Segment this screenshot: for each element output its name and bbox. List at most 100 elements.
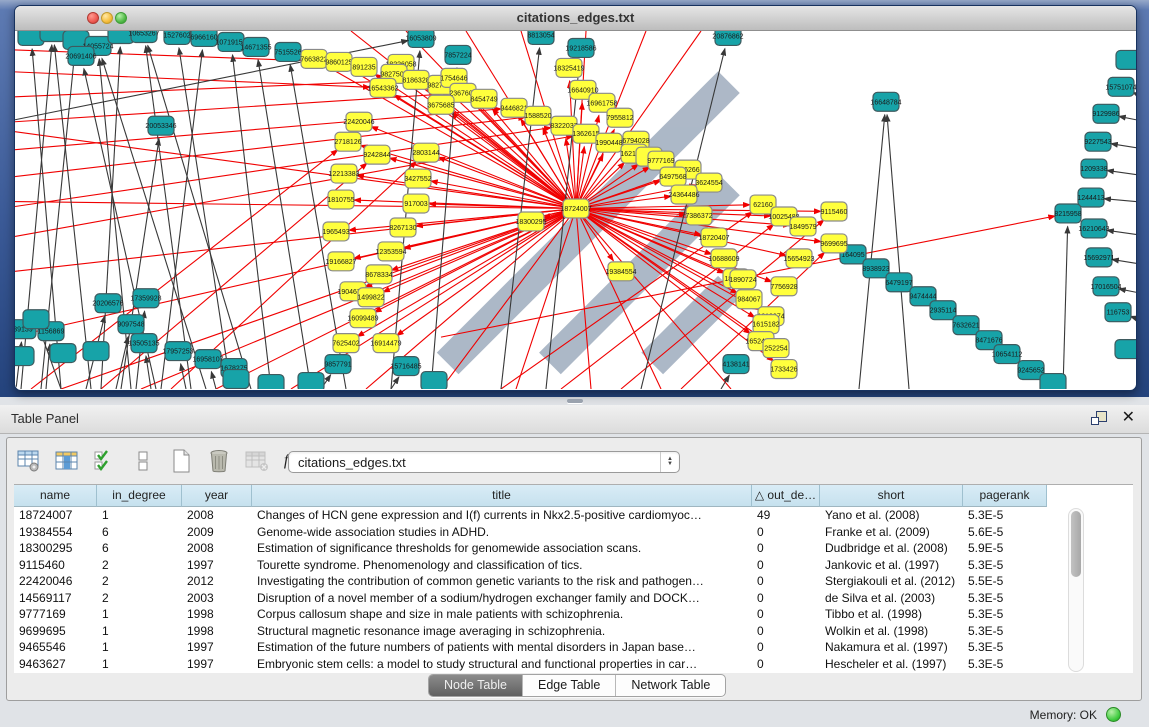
table-cell[interactable]: 0 (752, 606, 820, 623)
table-cell[interactable]: 2003 (182, 590, 252, 607)
graph-node[interactable]: 17957253 (162, 342, 193, 361)
toggle-rows-button[interactable] (128, 446, 158, 476)
graph-node[interactable]: 984067 (736, 290, 762, 309)
column-select-button[interactable] (52, 446, 82, 476)
network-canvas[interactable]: 1405572420691406106532671527602696616010… (15, 31, 1136, 389)
graph-node[interactable]: 16053809 (405, 31, 436, 47)
table-row[interactable]: 946362711997Embryonic stem cells: a mode… (14, 656, 1133, 673)
graph-node[interactable]: 17359928 (130, 289, 161, 308)
graph-node[interactable]: 7857224 (444, 45, 471, 64)
table-cell[interactable]: 9777169 (14, 606, 97, 623)
table-cell[interactable]: 1997 (182, 656, 252, 673)
table-cell[interactable]: 6 (97, 540, 182, 557)
graph-node[interactable]: 1209338 (1080, 159, 1107, 178)
table-cell[interactable]: Tourette syndrome. Phenomenology and cla… (252, 557, 752, 574)
graph-node[interactable]: 19166827 (325, 252, 356, 271)
graph-node[interactable]: 18325419 (553, 58, 584, 77)
graph-node[interactable]: 9860125 (325, 52, 352, 71)
graph-node[interactable] (40, 31, 66, 41)
graph-node[interactable] (83, 342, 109, 361)
column-header-out_de[interactable]: △ out_de… (752, 485, 820, 507)
graph-node[interactable]: 8678334 (365, 265, 392, 284)
table-cell[interactable]: Stergiakouli et al. (2012) (820, 573, 963, 590)
table-cell[interactable]: 18300295 (14, 540, 97, 557)
graph-node[interactable]: 1890724 (729, 270, 756, 289)
graph-node[interactable]: 19384554 (605, 262, 636, 281)
graph-node[interactable]: 7625402 (332, 334, 359, 353)
graph-edge[interactable] (146, 356, 151, 389)
table-cell[interactable]: Disruption of a novel member of a sodium… (252, 590, 752, 607)
table-row[interactable]: 1830029562008Estimation of significance … (14, 540, 1133, 557)
table-cell[interactable]: 5.3E-5 (963, 656, 1047, 673)
table-cell[interactable]: 2012 (182, 573, 252, 590)
table-cell[interactable]: 5.3E-5 (963, 557, 1047, 574)
graph-node[interactable] (50, 344, 76, 363)
graph-node[interactable]: 7386372 (685, 206, 712, 225)
table-row[interactable]: 946554611997Estimation of the future num… (14, 639, 1133, 656)
graph-node[interactable]: 9242844 (363, 145, 390, 164)
table-cell[interactable]: 0 (752, 639, 820, 656)
graph-node[interactable]: 15751074 (1105, 77, 1136, 96)
table-cell[interactable]: 5.3E-5 (963, 507, 1047, 524)
graph-node[interactable]: 1499822 (357, 288, 384, 307)
table-cell[interactable]: Changes of HCN gene expression and I(f) … (252, 507, 752, 524)
graph-node[interactable]: 1733426 (770, 360, 797, 379)
column-header-short[interactable]: short (820, 485, 963, 507)
graph-node[interactable] (298, 373, 324, 389)
graph-node[interactable]: 8938923 (862, 259, 889, 278)
graph-edge[interactable] (179, 48, 231, 389)
table-cell[interactable]: 0 (752, 590, 820, 607)
graph-node[interactable]: 9699695 (820, 234, 847, 253)
graph-node[interactable]: 10654112 (992, 345, 1023, 364)
table-cell[interactable]: 5.5E-5 (963, 573, 1047, 590)
graph-node[interactable]: 7955812 (606, 108, 633, 127)
table-cell[interactable]: 2009 (182, 524, 252, 541)
table-cell[interactable]: 5.3E-5 (963, 606, 1047, 623)
float-panel-button[interactable] (1091, 411, 1109, 427)
graph-node[interactable]: 7632621 (952, 316, 979, 335)
split-pane-divider[interactable] (0, 397, 1149, 405)
graph-node[interactable]: 891235 (351, 57, 377, 76)
table-cell[interactable]: Structural magnetic resonance image aver… (252, 623, 752, 640)
graph-node[interactable]: 18724007 (560, 199, 591, 218)
graph-edge[interactable] (1104, 199, 1136, 202)
graph-node[interactable] (223, 370, 249, 389)
graph-edge[interactable] (1107, 230, 1136, 234)
column-header-in_degree[interactable]: in_degree (97, 485, 182, 507)
graph-node[interactable]: 10688609 (708, 249, 739, 268)
graph-edge[interactable] (211, 372, 216, 389)
graph-node[interactable]: 16914479 (370, 334, 401, 353)
tab-node-table[interactable]: Node Table (429, 675, 523, 696)
graph-node[interactable]: 20053346 (145, 116, 176, 135)
graph-node[interactable]: 12353594 (375, 242, 406, 261)
split-pane-grip[interactable] (567, 399, 583, 403)
delete-column-button[interactable] (204, 446, 234, 476)
graph-node[interactable]: 13505135 (128, 334, 159, 353)
graph-node[interactable]: 1588520 (524, 106, 551, 125)
graph-edge[interactable] (161, 50, 202, 389)
table-cell[interactable]: 49 (752, 507, 820, 524)
graph-node[interactable]: 2718126 (334, 132, 361, 151)
graph-edge[interactable] (721, 375, 729, 389)
column-header-pagerank[interactable]: pagerank (963, 485, 1047, 507)
table-cell[interactable]: 5.3E-5 (963, 639, 1047, 656)
network-graph[interactable]: 1405572420691406106532671527602696616010… (15, 31, 1136, 389)
graph-edge[interactable] (15, 80, 403, 96)
graph-node[interactable]: 917003 (403, 194, 429, 213)
graph-node[interactable]: 3427552 (404, 169, 431, 188)
graph-node[interactable]: 6497568 (659, 167, 686, 186)
graph-node[interactable] (23, 310, 49, 329)
graph-edge[interactable] (887, 115, 909, 389)
table-cell[interactable]: 1997 (182, 557, 252, 574)
graph-node[interactable]: 16543362 (367, 78, 398, 97)
tab-edge-table[interactable]: Edge Table (523, 675, 616, 696)
table-cell[interactable]: 5.6E-5 (963, 524, 1047, 541)
table-cell[interactable]: 0 (752, 623, 820, 640)
graph-node[interactable]: 18300295 (515, 212, 546, 231)
graph-node[interactable]: 8186328 (402, 70, 429, 89)
table-cell[interactable]: 5.9E-5 (963, 540, 1047, 557)
table-cell[interactable]: Dudbridge et al. (2008) (820, 540, 963, 557)
table-cell[interactable]: de Silva et al. (2003) (820, 590, 963, 607)
table-cell[interactable]: 1 (97, 606, 182, 623)
graph-node[interactable]: 15654923 (783, 249, 814, 268)
